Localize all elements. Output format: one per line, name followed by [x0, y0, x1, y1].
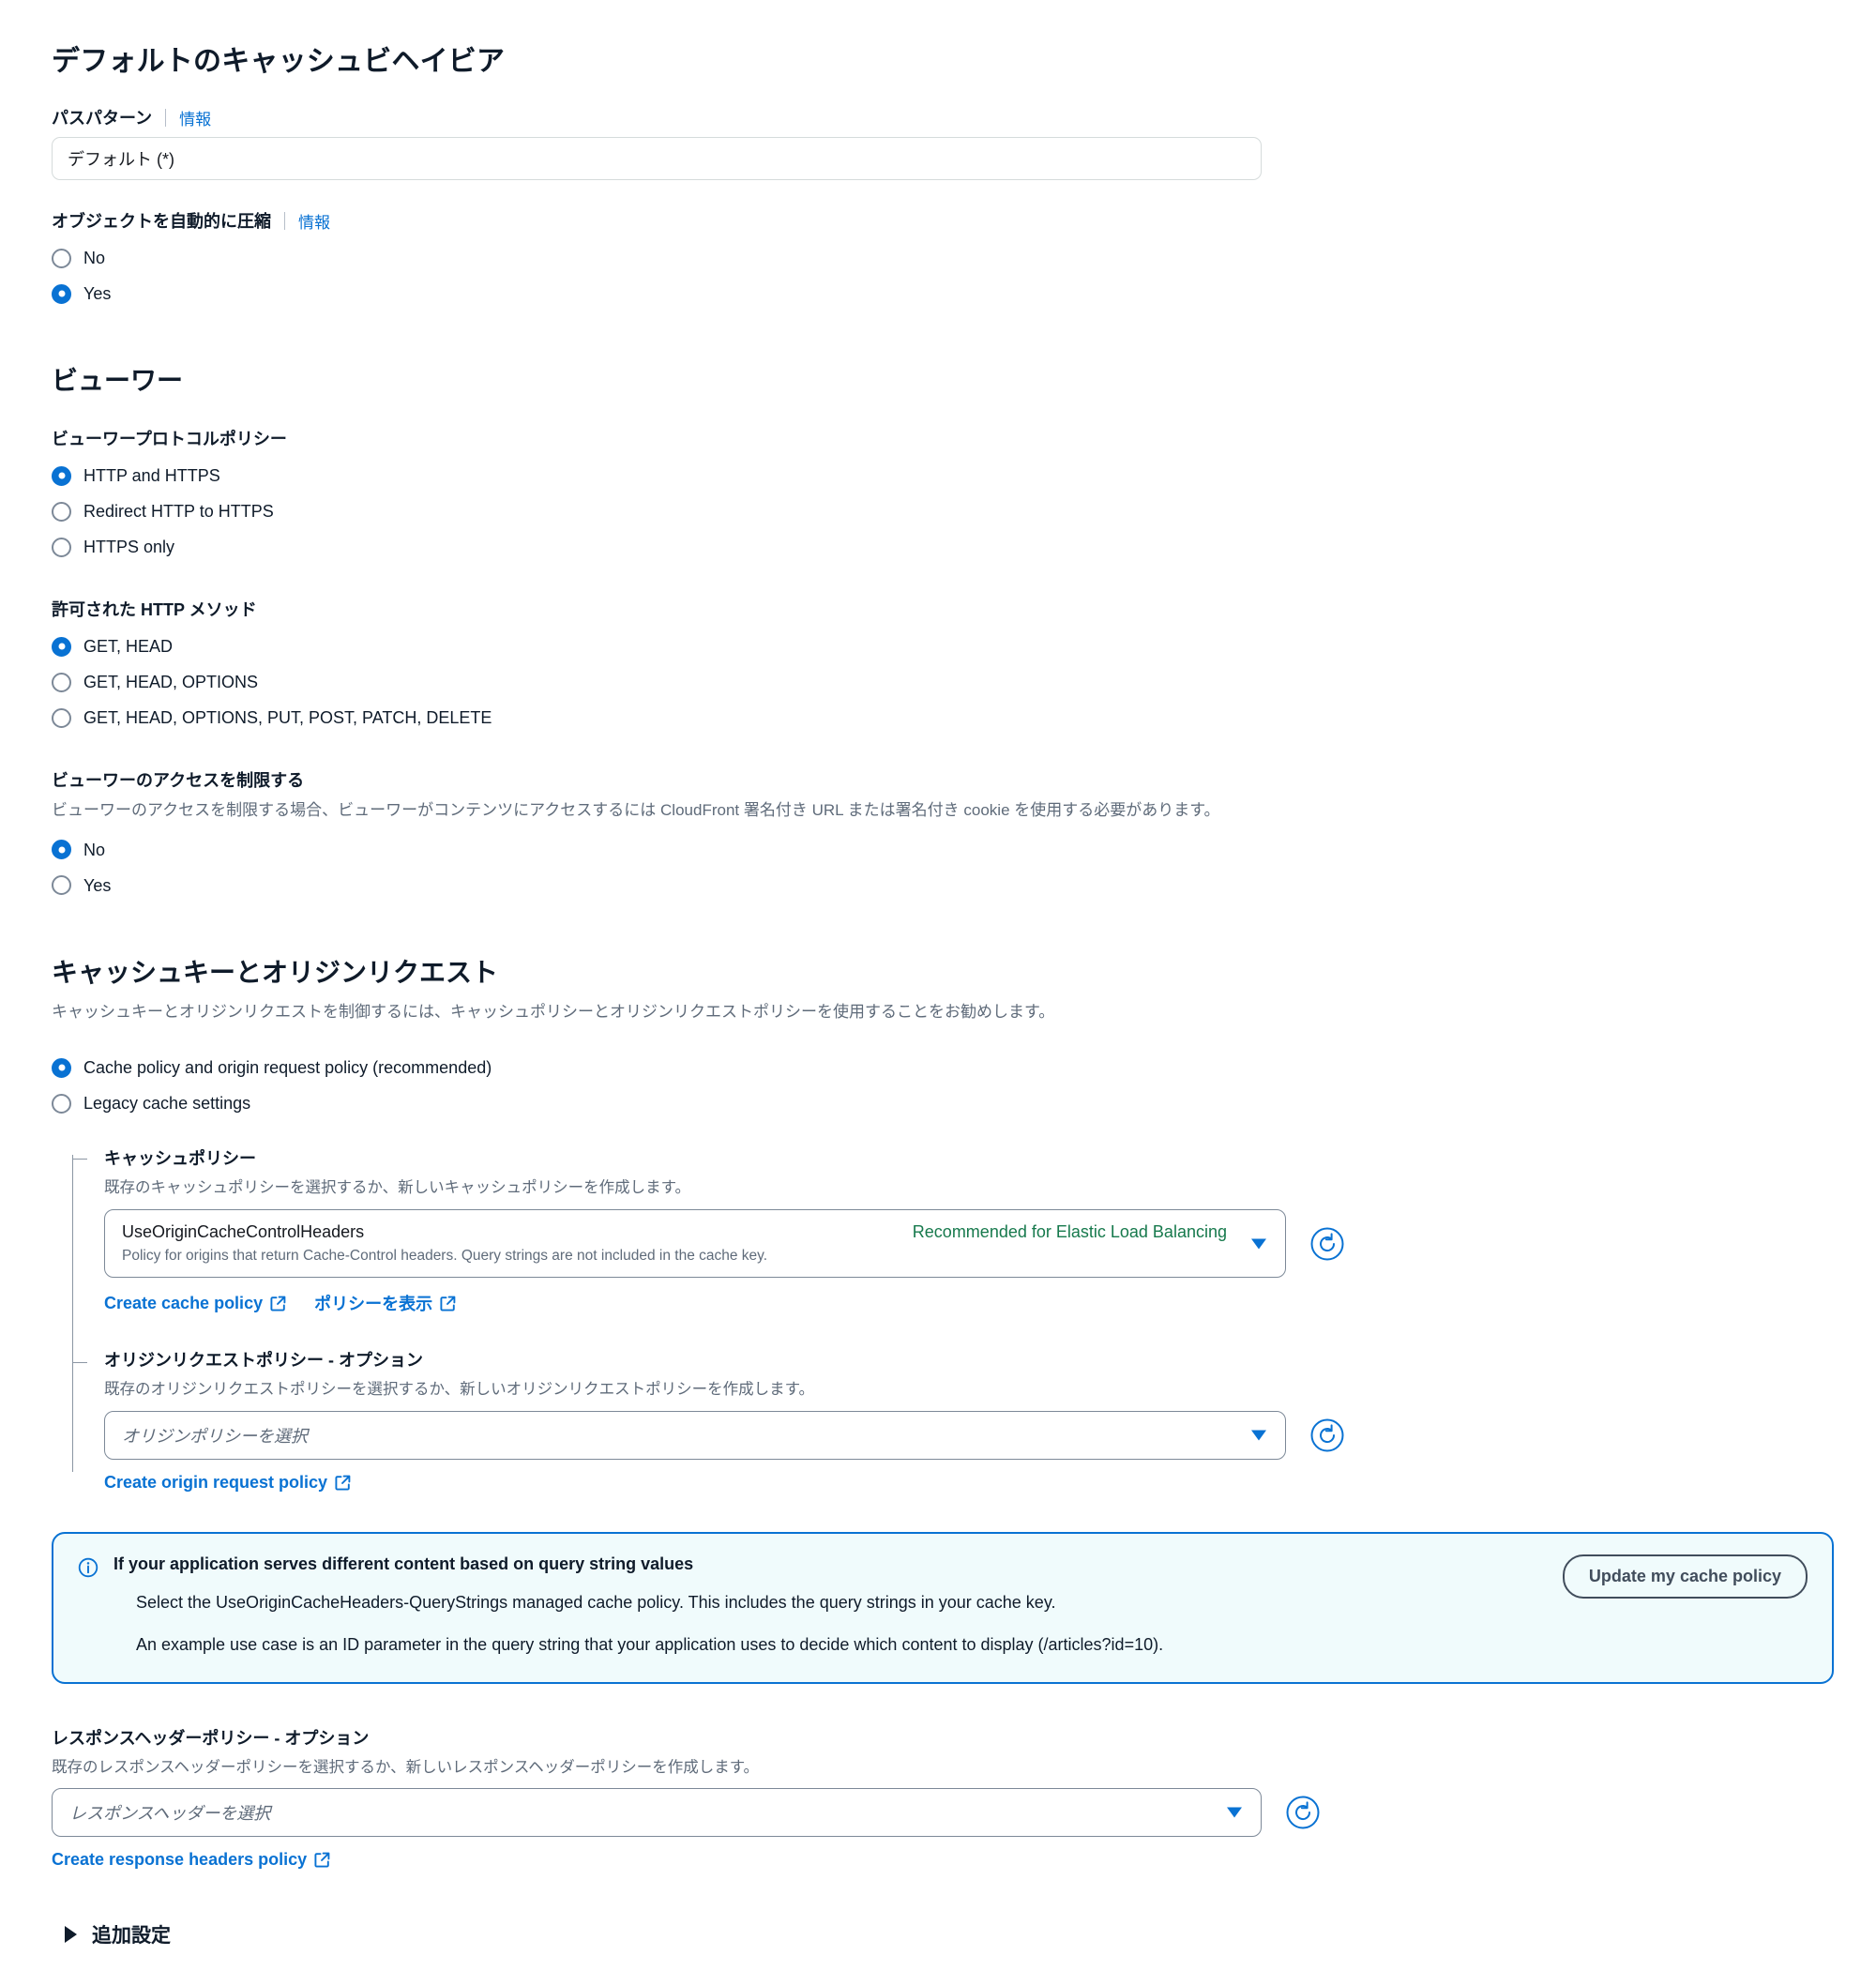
protocol-option-http-and-https[interactable]: HTTP and HTTPS: [52, 458, 1824, 493]
origin-request-policy-label: オリジンリクエストポリシー - オプション: [104, 1351, 423, 1371]
radio-icon-selected: [52, 636, 71, 657]
origin-request-policy-description: 既存のオリジンリクエストポリシーを選択するか、新しいオリジンリクエストポリシーを…: [104, 1381, 815, 1399]
create-origin-request-policy-link[interactable]: Create origin request policy: [104, 1473, 351, 1493]
restrict-viewer-access-label: ビューワーのアクセスを制限する: [52, 771, 305, 790]
query-string-info-alert: If your application serves different con…: [52, 1532, 1834, 1684]
radio-icon: [52, 501, 71, 522]
label-divider: [284, 211, 285, 230]
alert-body: If your application serves different con…: [113, 1554, 1529, 1657]
protocol-policy-label: ビューワープロトコルポリシー: [52, 430, 287, 448]
radio-icon: [52, 248, 71, 268]
compress-option-yes[interactable]: Yes: [52, 276, 1824, 311]
cache-policy-select[interactable]: UseOriginCacheControlHeaders Recommended…: [104, 1209, 1286, 1279]
view-policy-link[interactable]: ポリシーを表示: [314, 1291, 456, 1315]
bracket-tick: [72, 1362, 87, 1364]
http-methods-option-all[interactable]: GET, HEAD, OPTIONS, PUT, POST, PATCH, DE…: [52, 700, 1824, 735]
restrict-access-option-no[interactable]: No: [52, 832, 1824, 868]
http-methods-option-get-head[interactable]: GET, HEAD: [52, 629, 1824, 664]
radio-icon-selected: [52, 1057, 71, 1078]
http-methods-radio-group: GET, HEAD GET, HEAD, OPTIONS GET, HEAD, …: [52, 629, 1824, 735]
external-link-icon: [314, 1852, 330, 1868]
cache-policy-links: Create cache policy ポリシーを表示: [104, 1291, 1824, 1315]
radio-icon: [52, 672, 71, 692]
refresh-icon[interactable]: [1309, 1417, 1346, 1454]
response-headers-policy-label: レスポンスヘッダーポリシー - オプション: [52, 1728, 370, 1748]
compress-label-row: オブジェクトを自動的に圧縮 情報: [52, 208, 1824, 233]
cache-policy-selected-value: UseOriginCacheControlHeaders: [122, 1222, 365, 1242]
cache-policy-nested-group: キャッシュポリシー 既存のキャッシュポリシーを選択するか、新しいキャッシュポリシ…: [72, 1145, 1824, 1493]
path-pattern-label-row: パスパターン 情報: [52, 105, 1824, 129]
radio-icon-selected: [52, 465, 71, 486]
compress-radio-group: No Yes: [52, 240, 1824, 311]
create-cache-policy-link[interactable]: Create cache policy: [104, 1294, 286, 1313]
chevron-down-icon[interactable]: [1227, 1807, 1242, 1818]
create-response-headers-policy-link[interactable]: Create response headers policy: [52, 1850, 330, 1870]
protocol-policy-radio-group: HTTP and HTTPS Redirect HTTP to HTTPS HT…: [52, 458, 1824, 565]
http-methods-label: 許可された HTTP メソッド: [52, 600, 257, 619]
origin-request-policy-select[interactable]: オリジンポリシーを選択: [104, 1411, 1286, 1461]
update-my-cache-policy-button[interactable]: Update my cache policy: [1562, 1554, 1808, 1599]
compress-info-link[interactable]: 情報: [298, 209, 330, 233]
cache-key-description: キャッシュキーとオリジンリクエストを制御するには、キャッシュポリシーとオリジンリ…: [52, 1002, 1055, 1021]
cache-mode-option-policy[interactable]: Cache policy and origin request policy (…: [52, 1050, 1824, 1085]
alert-title: If your application serves different con…: [113, 1554, 694, 1574]
radio-icon: [52, 1093, 71, 1114]
cache-policy-select-top: UseOriginCacheControlHeaders Recommended…: [122, 1222, 1231, 1242]
path-pattern-input[interactable]: デフォルト (*): [52, 137, 1262, 180]
label-divider: [165, 108, 167, 127]
path-pattern-info-link[interactable]: 情報: [179, 106, 211, 129]
external-link-icon: [270, 1296, 286, 1311]
page-title: デフォルトのキャッシュビヘイビア: [52, 46, 506, 77]
protocol-option-https-only[interactable]: HTTPS only: [52, 529, 1824, 565]
cache-key-section-title: キャッシュキーとオリジンリクエスト: [52, 957, 499, 987]
response-headers-policy-select[interactable]: レスポンスヘッダーを選択: [52, 1788, 1262, 1838]
cache-behavior-form: デフォルトのキャッシュビヘイビア パスパターン 情報 デフォルト (*) オブジ…: [0, 0, 1876, 1986]
restrict-viewer-access-radio-group: No Yes: [52, 832, 1824, 903]
compress-label: オブジェクトを自動的に圧縮: [52, 212, 271, 231]
chevron-down-icon[interactable]: [1251, 1238, 1266, 1250]
radio-icon: [52, 875, 71, 896]
viewer-section-title: ビューワー: [52, 366, 184, 395]
additional-settings-label: 追加設定: [92, 1925, 171, 1948]
external-link-icon: [335, 1475, 351, 1491]
restrict-viewer-access-description: ビューワーのアクセスを制限する場合、ビューワーがコンテンツにアクセスするには C…: [52, 801, 1220, 819]
alert-line-2: An example use case is an ID parameter i…: [136, 1635, 1164, 1655]
external-link-icon: [440, 1296, 456, 1311]
http-methods-option-get-head-options[interactable]: GET, HEAD, OPTIONS: [52, 664, 1824, 700]
chevron-down-icon[interactable]: [1251, 1430, 1266, 1441]
triangle-right-icon: [65, 1926, 77, 1944]
path-pattern-label: パスパターン: [52, 109, 153, 128]
origin-request-policy-links: Create origin request policy: [104, 1473, 1824, 1493]
cache-policy-description: 既存のキャッシュポリシーを選択するか、新しいキャッシュポリシーを作成します。: [104, 1179, 691, 1197]
restrict-access-option-yes[interactable]: Yes: [52, 868, 1824, 903]
cache-policy-recommended-badge: Recommended for Elastic Load Balancing: [912, 1222, 1227, 1242]
compress-option-no[interactable]: No: [52, 240, 1824, 276]
radio-icon: [52, 707, 71, 728]
bracket-tick: [72, 1159, 87, 1160]
cache-policy-label: キャッシュポリシー: [104, 1149, 256, 1169]
cache-policy-selected-description: Policy for origins that return Cache-Con…: [122, 1248, 768, 1265]
alert-line-1: Select the UseOriginCacheHeaders-QuerySt…: [136, 1593, 1056, 1613]
response-headers-select-row: レスポンスヘッダーを選択: [52, 1788, 1824, 1838]
cache-mode-radio-group: Cache policy and origin request policy (…: [52, 1050, 1824, 1121]
refresh-icon[interactable]: [1309, 1225, 1346, 1263]
radio-icon-selected: [52, 840, 71, 860]
response-headers-policy-description: 既存のレスポンスヘッダーポリシーを選択するか、新しいレスポンスヘッダーポリシーを…: [52, 1758, 760, 1776]
radio-icon: [52, 537, 71, 557]
cache-policy-select-row: UseOriginCacheControlHeaders Recommended…: [104, 1209, 1824, 1279]
radio-icon-selected: [52, 283, 71, 304]
protocol-option-redirect-http-to-https[interactable]: Redirect HTTP to HTTPS: [52, 493, 1824, 529]
info-icon: [78, 1557, 98, 1583]
additional-settings-expander[interactable]: 追加設定: [52, 1920, 1824, 1948]
response-headers-policy-links: Create response headers policy: [52, 1850, 1824, 1870]
alert-action: Update my cache policy: [1544, 1554, 1808, 1599]
response-headers-policy-placeholder: レスポンスヘッダーを選択: [69, 1804, 271, 1824]
origin-request-policy-placeholder: オリジンポリシーを選択: [122, 1427, 308, 1447]
refresh-icon[interactable]: [1284, 1794, 1322, 1831]
origin-request-policy-select-row: オリジンポリシーを選択: [104, 1411, 1824, 1461]
cache-mode-option-legacy[interactable]: Legacy cache settings: [52, 1085, 1824, 1121]
